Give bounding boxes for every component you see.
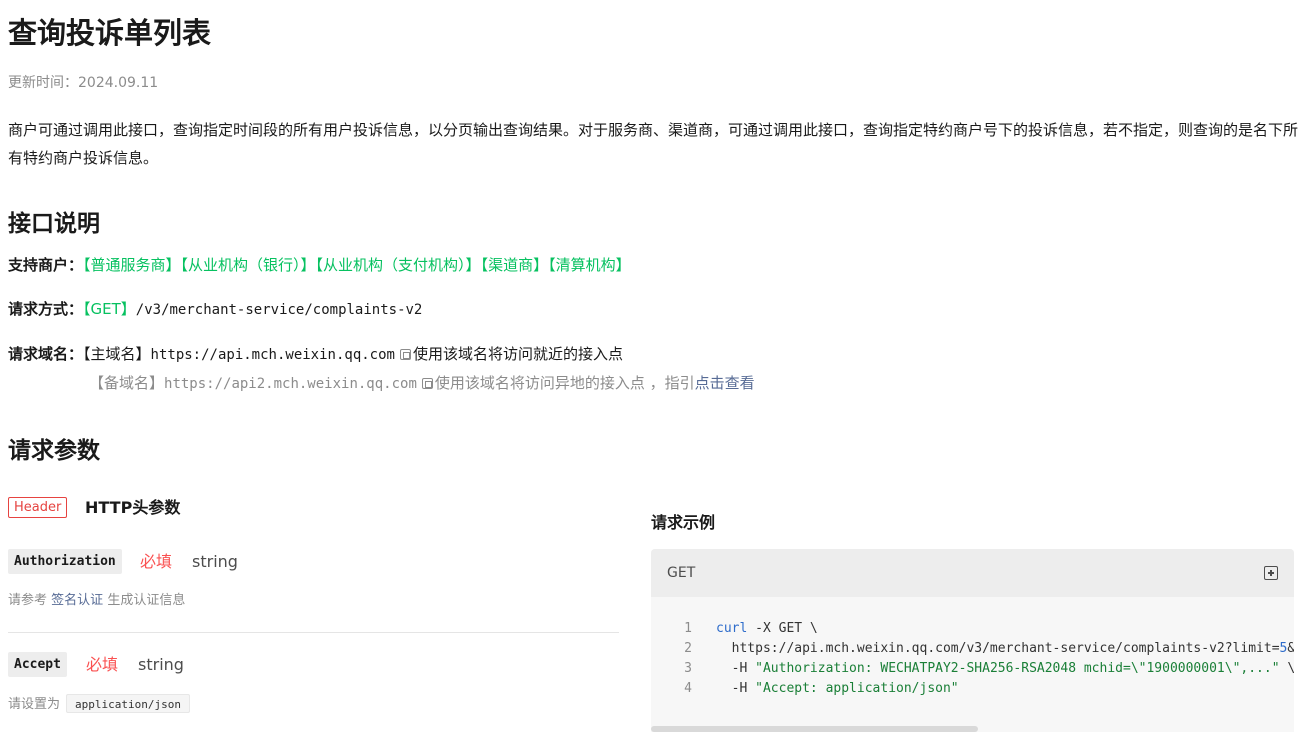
merchant-type-tag: 【从业机构（银行）】 (180, 256, 316, 274)
line-number: 4 (684, 681, 692, 696)
param-desc-prefix: 请参考 (8, 593, 48, 608)
param-required: 必填 (86, 655, 119, 674)
section-title-interface: 接口说明 (8, 211, 100, 237)
page-title: 查询投诉单列表 (8, 16, 212, 50)
param-desc-suffix: 生成认证信息 (107, 593, 186, 608)
line-number: 1 (684, 621, 692, 636)
code-text: \ (1279, 661, 1294, 676)
http-method: 【GET】 (83, 300, 136, 318)
header-tag: Header (8, 497, 68, 518)
method-label: 请求方式： (8, 300, 84, 318)
request-method-row: 请求方式：【GET】/v3/merchant-service/complaint… (8, 298, 422, 321)
merchant-type-tag: 【清算机构】 (548, 256, 631, 274)
backup-domain-prefix: 【备域名】 (89, 374, 165, 392)
merchants-label: 支持商户： (8, 256, 84, 274)
header-params-label: HTTP头参数 (85, 498, 181, 517)
param-desc-prefix: 请设置为 (8, 697, 61, 712)
merchant-type-tag: 【从业机构（支付机构）】 (315, 256, 481, 274)
code-example-box: GET 1 curl -X GET \ 2 https://api.mch.wei… (651, 549, 1294, 732)
code-text: &o (1287, 641, 1294, 656)
primary-domain-url: https://api.mch.weixin.qq.com (150, 347, 395, 363)
intro-paragraph: 商户可通过调用此接口，查询指定时间段的所有用户投诉信息，以分页输出查询结果。对于… (8, 121, 1299, 167)
primary-domain-note: 使用该域名将访问就近的接入点 (412, 345, 623, 363)
signature-auth-link[interactable]: 签名认证 (51, 593, 103, 608)
code-text: https://api.mch.weixin.qq.com/v3/merchan… (716, 641, 1280, 656)
param-required: 必填 (140, 552, 173, 571)
backup-domain-url: https://api2.mch.weixin.qq.com (164, 376, 417, 392)
code-text: -X GET \ (747, 621, 818, 636)
code-command: curl (716, 621, 748, 636)
backup-domain-row: 【备域名】https://api2.mch.weixin.qq.com 使用该域名… (89, 372, 755, 395)
code-line: 3 -H "Authorization: WECHATPAY2-SHA256-R… (651, 659, 1294, 679)
copy-icon[interactable] (1264, 566, 1278, 580)
horizontal-scrollbar[interactable] (651, 726, 978, 732)
param-name-authorization: Authorization (8, 549, 122, 574)
param-name-accept: Accept (8, 652, 67, 677)
code-string: "Accept: application/json" (755, 681, 959, 696)
example-title: 请求示例 (651, 513, 716, 532)
line-number: 2 (684, 641, 692, 656)
param-divider (8, 632, 619, 633)
code-body: 1 curl -X GET \ 2 https://api.mch.weixin.… (651, 597, 1294, 699)
code-string: "Authorization: WECHATPAY2-SHA256-RSA204… (755, 661, 1280, 676)
merchant-type-tag: 【普通服务商】 (83, 256, 181, 274)
update-time: 更新时间：2024.09.11 (8, 75, 159, 91)
code-text: -H (716, 681, 756, 696)
backup-domain-note: 使用该域名将访问异地的接入点 ，指引 (434, 374, 695, 392)
code-text: -H (716, 661, 756, 676)
param-desc-authorization: 请参考 签名认证 生成认证信息 (8, 591, 185, 611)
param-type: string (138, 655, 184, 674)
request-domain-row: 请求域名：【主域名】https://api.mch.weixin.qq.com 使… (8, 343, 623, 366)
request-path: /v3/merchant-service/complaints-v2 (135, 302, 423, 318)
param-type: string (192, 552, 238, 571)
code-line: 4 -H "Accept: application/json" (651, 679, 1294, 699)
code-chip: application/json (66, 694, 190, 713)
section-title-params: 请求参数 (8, 438, 100, 464)
guide-link[interactable]: 点击查看 (695, 374, 755, 392)
supported-merchants-row: 支持商户：【普通服务商】【从业机构（银行）】【从业机构（支付机构）】【渠道商】【… (8, 254, 631, 276)
code-line: 2 https://api.mch.weixin.qq.com/v3/merch… (651, 639, 1294, 659)
domain-label: 请求域名： (8, 345, 84, 363)
param-desc-accept: 请设置为 application/json (8, 694, 190, 715)
code-method-label: GET (667, 565, 696, 581)
primary-domain-prefix: 【主域名】 (83, 345, 151, 363)
merchant-type-tag: 【渠道商】 (480, 256, 549, 274)
code-header: GET (651, 549, 1294, 597)
copy-icon[interactable] (421, 378, 433, 389)
code-line: 1 curl -X GET \ (651, 619, 1294, 639)
copy-icon[interactable] (399, 349, 411, 360)
line-number: 3 (684, 661, 692, 676)
